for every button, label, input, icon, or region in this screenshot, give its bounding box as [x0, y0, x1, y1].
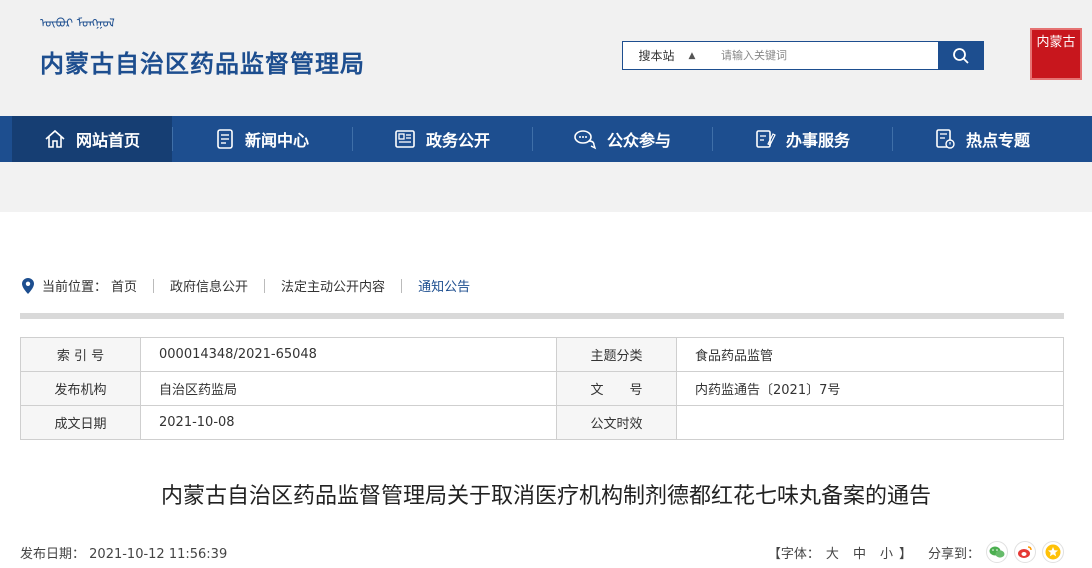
- meta-value-validity: [676, 405, 1064, 440]
- publish-label: 发布日期：: [20, 546, 86, 562]
- share-group: 分享到：: [928, 541, 1064, 563]
- meta-value-subject: 食品药品监管: [676, 337, 1064, 372]
- share-favorite-button[interactable]: [1042, 541, 1064, 563]
- main-nav: 网站首页 新闻中心 政务公开 公众参与 办事服务 热点专题: [0, 116, 1092, 162]
- breadcrumb-separator: [264, 278, 266, 293]
- nav-label: 新闻中心: [244, 131, 309, 150]
- site-title[interactable]: 内蒙古自治区药品监督管理局: [40, 44, 365, 79]
- star-icon: [1045, 544, 1061, 560]
- search-button[interactable]: [938, 42, 983, 69]
- nav-label: 办事服务: [785, 131, 850, 150]
- home-icon: [45, 129, 65, 148]
- section-divider: [20, 313, 1064, 319]
- breadcrumb-separator: [401, 278, 403, 293]
- nav-label: 公众参与: [606, 131, 671, 150]
- table-row: 索 引 号 000014348/2021-65048 主题分类 食品药品监管: [20, 337, 1064, 372]
- table-row: 发布机构 自治区药监局 文 号 内药监通告〔2021〕7号: [20, 371, 1064, 406]
- share-label: 分享到：: [927, 546, 980, 562]
- share-weibo-button[interactable]: [1014, 541, 1036, 563]
- breadcrumb-prefix: 当前位置：: [42, 280, 108, 295]
- chat-icon: [574, 130, 597, 150]
- font-size-controls: 【字体： 大 中 小 】: [768, 543, 912, 562]
- article-title: 内蒙古自治区药品监督管理局关于取消医疗机构制剂德都红花七味丸备案的通告: [160, 484, 931, 509]
- nav-item-government-affairs[interactable]: 政务公开: [352, 116, 532, 162]
- breadcrumb-statutory-content[interactable]: 法定主动公开内容: [281, 276, 385, 295]
- meta-label: 文 号: [556, 371, 677, 406]
- font-size-medium-button[interactable]: 中: [853, 543, 866, 562]
- newspaper-icon: [395, 130, 415, 148]
- nav-item-hot-topics[interactable]: 热点专题: [892, 116, 1072, 162]
- meta-label: 主题分类: [556, 337, 677, 372]
- nav-label: 网站首页: [75, 131, 140, 150]
- search-box: 搜本站 ▲: [622, 41, 984, 70]
- share-wechat-button[interactable]: [986, 541, 1008, 563]
- table-row: 成文日期 2021-10-08 公文时效: [20, 405, 1064, 440]
- search-scope-label: 搜本站: [638, 49, 675, 63]
- nav-item-news[interactable]: 新闻中心: [172, 116, 352, 162]
- meta-value-document-number: 内药监通告〔2021〕7号: [676, 371, 1064, 406]
- publish-date: 2021-10-12 11:56:39: [89, 546, 228, 562]
- font-size-prefix: 【字体：: [767, 546, 820, 562]
- breadcrumb-home[interactable]: 首页: [111, 276, 137, 295]
- nav-item-home[interactable]: 网站首页: [12, 116, 172, 162]
- wechat-icon: [989, 546, 1005, 558]
- triangle-up-icon: ▲: [688, 50, 696, 61]
- font-size-large-button[interactable]: 大: [826, 543, 839, 562]
- search-icon: [952, 47, 969, 64]
- report-icon: [936, 129, 955, 149]
- meta-label: 发布机构: [20, 371, 141, 406]
- nav-label: 热点专题: [965, 131, 1030, 150]
- meta-value-index-number: 000014348/2021-65048: [140, 337, 557, 372]
- seal-logo: 内蒙古: [1030, 28, 1082, 80]
- edit-icon: [756, 130, 776, 148]
- weibo-icon: [1018, 546, 1032, 558]
- document-meta-table: 索 引 号 000014348/2021-65048 主题分类 食品药品监管 发…: [20, 337, 1064, 440]
- nav-item-services[interactable]: 办事服务: [712, 116, 892, 162]
- meta-label: 成文日期: [20, 405, 141, 440]
- publish-info: 发布日期： 2021-10-12 11:56:39: [20, 543, 768, 562]
- breadcrumb: 当前位置： 首页 政府信息公开 法定主动公开内容 通知公告: [22, 276, 470, 295]
- breadcrumb-notices[interactable]: 通知公告: [418, 276, 470, 295]
- publish-bar: 发布日期： 2021-10-12 11:56:39 【字体： 大 中 小 】 分…: [20, 541, 1064, 563]
- font-size-suffix: 】: [898, 546, 912, 562]
- banner-band: [0, 162, 1092, 212]
- breadcrumb-gov-info[interactable]: 政府信息公开: [170, 276, 248, 295]
- document-icon: [217, 129, 233, 149]
- site-header: ᠥᠪᠦᠷ ᠮᠣᠩᠭᠣᠯ 内蒙古自治区药品监督管理局 搜本站 ▲ 内蒙古: [0, 0, 1092, 116]
- nav-item-public-participation[interactable]: 公众参与: [532, 116, 712, 162]
- search-scope-select[interactable]: 搜本站 ▲: [623, 42, 711, 69]
- mongolian-site-title: ᠥᠪᠦᠷ ᠮᠣᠩᠭᠣᠯ: [40, 16, 115, 30]
- meta-label: 公文时效: [556, 405, 677, 440]
- meta-value-written-date: 2021-10-08: [140, 405, 557, 440]
- meta-value-publisher: 自治区药监局: [140, 371, 557, 406]
- nav-label: 政务公开: [425, 131, 490, 150]
- breadcrumb-separator: [153, 278, 155, 293]
- search-input[interactable]: [711, 42, 938, 69]
- meta-label: 索 引 号: [20, 337, 141, 372]
- font-size-small-button[interactable]: 小: [880, 543, 893, 562]
- location-pin-icon: [22, 277, 34, 294]
